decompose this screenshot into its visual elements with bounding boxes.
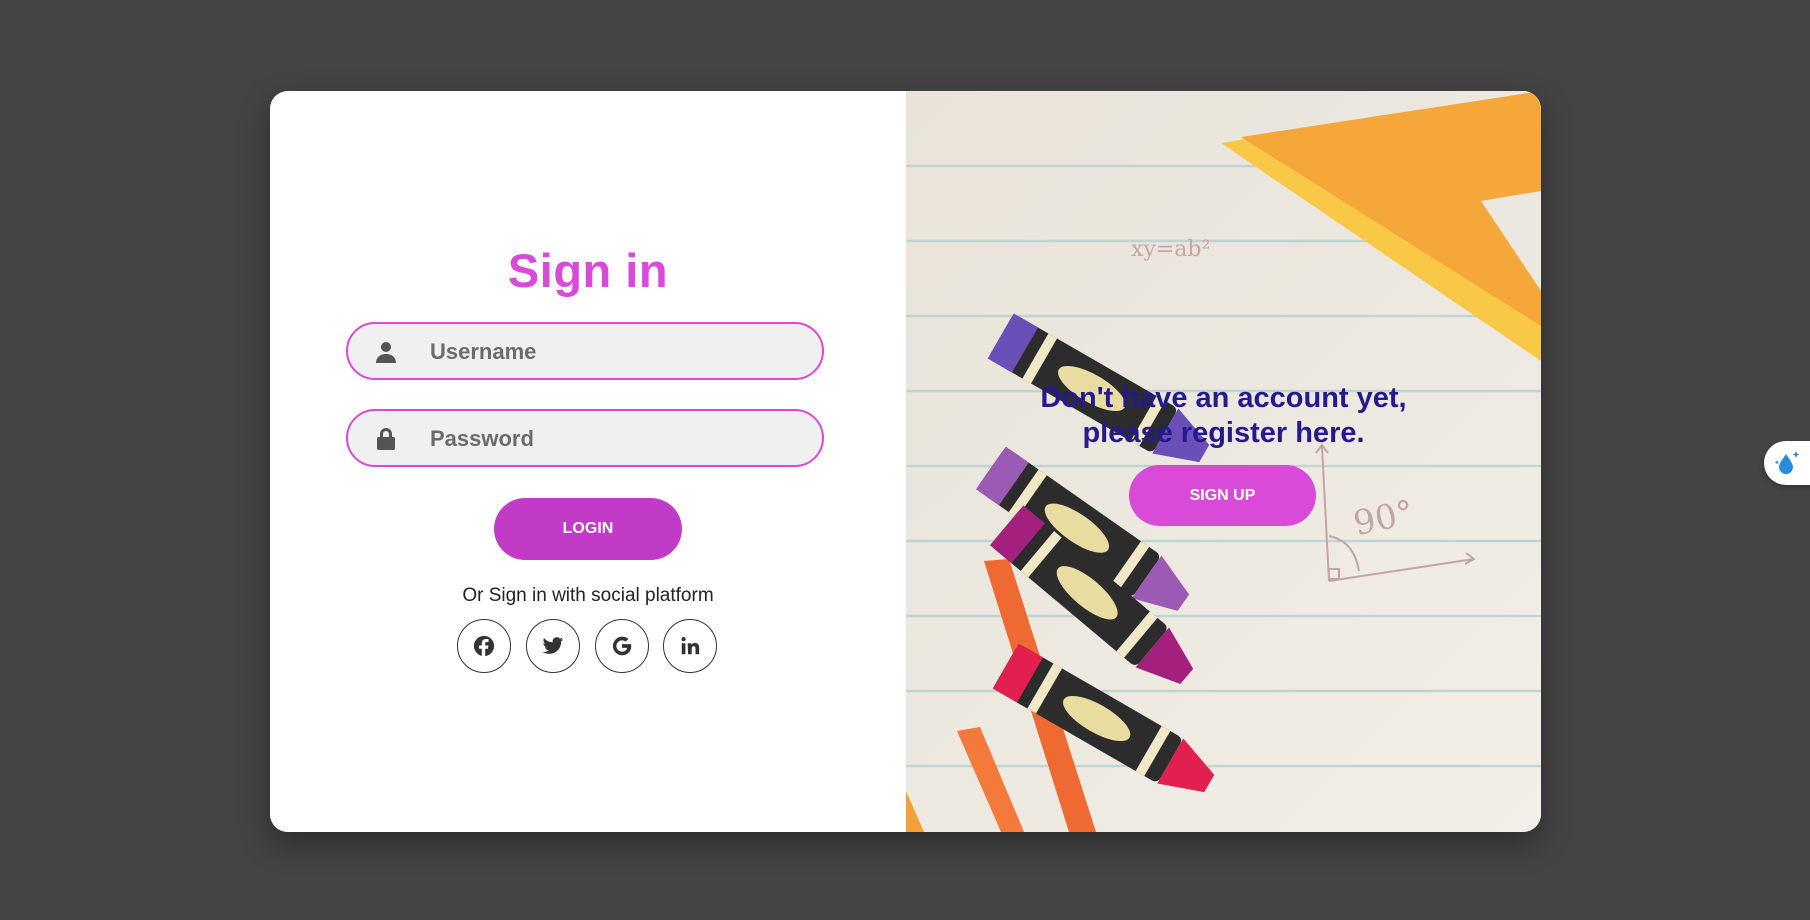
register-prompt: Don't have an account yet, please regist… <box>906 381 1541 451</box>
water-drop-sparkle-icon <box>1774 451 1800 474</box>
facebook-button[interactable] <box>457 619 511 673</box>
extension-widget[interactable] <box>1764 441 1810 485</box>
lock-icon <box>374 427 398 451</box>
crayons-illustration: xy=ab² 90° <box>906 91 1541 832</box>
social-signin-text: Or Sign in with social platform <box>462 585 714 606</box>
google-icon <box>612 636 632 656</box>
twitter-icon <box>542 637 564 654</box>
twitter-button[interactable] <box>526 619 580 673</box>
linkedin-icon <box>681 637 700 655</box>
password-input[interactable] <box>428 411 812 467</box>
signin-panel: Sign in LOGIN Or Sign in with social pla… <box>270 91 906 832</box>
auth-card: Sign in LOGIN Or Sign in with social pla… <box>270 91 1541 832</box>
user-icon <box>374 340 398 364</box>
register-line-2: please register here. <box>1082 417 1365 449</box>
linkedin-button[interactable] <box>663 619 717 673</box>
username-input[interactable] <box>428 324 812 380</box>
login-button[interactable]: LOGIN <box>494 498 682 560</box>
formula-text: xy=ab² <box>1131 237 1210 262</box>
signup-button[interactable]: SIGN UP <box>1129 465 1316 526</box>
register-panel: xy=ab² 90° Don't have an account yet, pl… <box>906 91 1541 832</box>
angle-text: 90° <box>1350 493 1417 545</box>
google-button[interactable] <box>595 619 649 673</box>
password-field[interactable] <box>346 409 824 467</box>
register-line-1: Don't have an account yet, <box>1040 382 1407 414</box>
signin-title: Sign in <box>507 244 669 297</box>
username-field[interactable] <box>346 322 824 380</box>
facebook-icon <box>473 635 495 657</box>
